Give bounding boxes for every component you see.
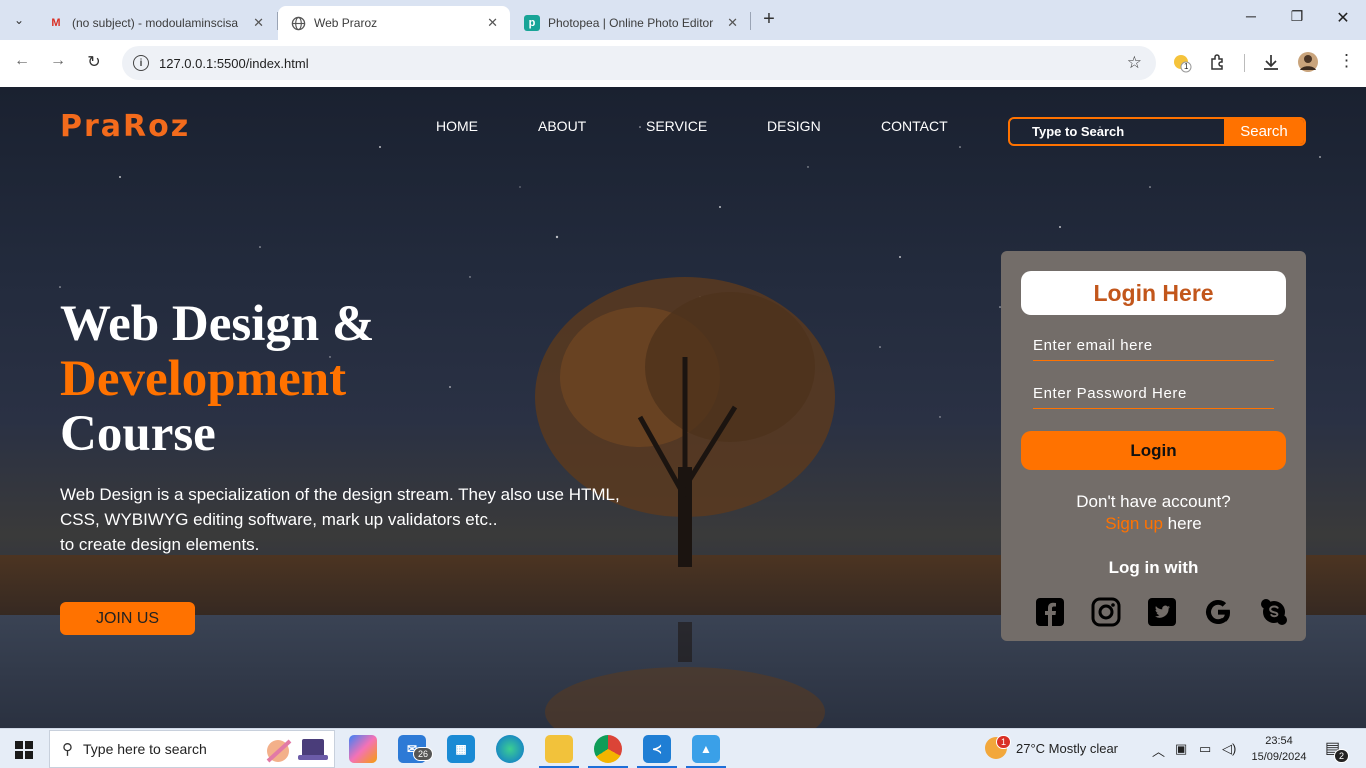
back-button[interactable]: ← [10, 52, 34, 70]
site-search-button[interactable]: Search [1224, 119, 1304, 144]
search-icon: ⚲ [62, 741, 73, 758]
restore-button[interactable]: ❐ [1274, 8, 1320, 25]
hero-heading: Web Design & Development Course [60, 297, 375, 462]
address-bar[interactable]: i 127.0.0.1:5500/index.html ☆ [122, 46, 1156, 80]
photopea-icon: p [524, 15, 540, 31]
nav-about[interactable]: ABOUT [538, 118, 586, 134]
windows-start-icon[interactable] [15, 741, 33, 759]
login-card: Login Here Login Don't have account? Sig… [1001, 251, 1306, 641]
weather-badge: 1 [996, 735, 1012, 749]
forward-button[interactable]: → [46, 52, 70, 70]
browser-tab-strip: ⌄ M (no subject) - modoulaminscisa ✕ Web… [0, 0, 1366, 40]
hero-heading-line1: Web Design & [60, 296, 375, 352]
store-icon[interactable]: ▦ [447, 735, 475, 763]
nav-service[interactable]: SERVICE [646, 118, 707, 134]
tab-photopea[interactable]: p Photopea | Online Photo Editor ✕ [512, 6, 750, 40]
file-explorer-icon[interactable] [545, 735, 573, 763]
instagram-icon[interactable] [1091, 597, 1121, 627]
nav-home[interactable]: HOME [436, 118, 478, 134]
menu-kebab-icon[interactable]: ⋮ [1338, 51, 1355, 71]
chevron-down-icon: ⌄ [13, 13, 25, 27]
hero-heading-line2: Development [60, 351, 347, 407]
close-window-button[interactable]: ✕ [1320, 8, 1366, 28]
chrome-icon[interactable] [594, 735, 622, 763]
minimize-button[interactable]: ─ [1228, 8, 1274, 24]
photos-icon[interactable]: ▲ [692, 735, 720, 763]
notifications-badge: 2 [1334, 749, 1350, 763]
clock-time: 23:54 [1265, 735, 1293, 747]
web-page: PraRoz HOME ABOUT SERVICE DESIGN CONTACT… [0, 87, 1366, 728]
google-icon[interactable] [1203, 597, 1233, 627]
email-field[interactable] [1033, 331, 1274, 361]
reload-button[interactable]: ↻ [82, 52, 106, 72]
taskbar-search[interactable]: ⚲ Type here to search [49, 730, 335, 768]
password-field[interactable] [1033, 379, 1274, 409]
volume-icon[interactable]: ◁) [1222, 741, 1236, 757]
tree-reflection [545, 622, 825, 728]
tab-web-praroz[interactable]: Web Praroz ✕ [278, 6, 510, 40]
login-with-label: Log in with [1108, 558, 1199, 577]
network-icon[interactable]: ▣ [1175, 741, 1187, 757]
chevron-up-icon[interactable]: ︿ [1152, 741, 1165, 760]
vscode-icon[interactable]: ≺ [643, 735, 671, 763]
extensions-puzzle-icon[interactable] [1209, 53, 1227, 75]
signup-suffix: here [1162, 514, 1202, 533]
hero-heading-line3: Course [60, 406, 216, 462]
bookmark-star-icon[interactable]: ☆ [1127, 53, 1142, 73]
close-tab-icon[interactable]: ✕ [253, 15, 264, 31]
site-logo[interactable]: PraRoz [60, 109, 190, 144]
join-us-button[interactable]: JOIN US [60, 602, 195, 635]
tab-separator [750, 12, 751, 30]
tab-gmail[interactable]: M (no subject) - modoulaminscisa ✕ [36, 6, 276, 40]
hero-text-line: CSS, WYBIWYG editing software, mark up v… [60, 510, 498, 529]
gmail-icon: M [51, 17, 61, 29]
extension-icon[interactable]: 1 [1172, 53, 1192, 77]
toolbar-separator [1244, 54, 1245, 72]
globe-icon [290, 15, 306, 31]
url-text: 127.0.0.1:5500/index.html [159, 55, 309, 71]
close-tab-icon[interactable]: ✕ [487, 15, 498, 31]
site-search-input[interactable] [1010, 119, 1224, 144]
login-button[interactable]: Login [1021, 431, 1286, 470]
profile-avatar[interactable] [1297, 51, 1319, 77]
nav-contact[interactable]: CONTACT [881, 118, 948, 134]
signup-link[interactable]: Sign up [1105, 514, 1163, 533]
new-tab-button[interactable]: + [758, 8, 780, 31]
edge-icon[interactable] [496, 735, 524, 763]
hero-text-line: Web Design is a specialization of the de… [60, 485, 620, 504]
close-tab-icon[interactable]: ✕ [727, 15, 738, 31]
battery-icon[interactable]: ▭ [1199, 741, 1211, 757]
no-account-text: Don't have account? [1076, 492, 1231, 511]
site-search: Search [1008, 117, 1306, 146]
hero-text-line: to create design elements. [60, 535, 260, 554]
download-icon[interactable] [1262, 53, 1280, 75]
twitter-icon[interactable] [1147, 597, 1177, 627]
clock-date: 15/09/2024 [1251, 751, 1307, 763]
windows-taskbar: ⚲ Type here to search ✉ 26 ▦ ≺ ▲ 1 27°C … [0, 728, 1366, 768]
skype-icon[interactable] [1259, 597, 1289, 627]
login-heading: Login Here [1021, 271, 1286, 315]
nav-design[interactable]: DESIGN [767, 118, 821, 134]
signup-prompt: Don't have account? Sign up here [1001, 491, 1306, 535]
weather-text[interactable]: 27°C Mostly clear [1016, 741, 1118, 756]
taskbar-search-label: Type here to search [83, 741, 207, 757]
mail-badge: 26 [413, 747, 434, 761]
system-clock[interactable]: 23:54 15/09/2024 [1248, 733, 1310, 765]
site-info-icon[interactable]: i [133, 55, 149, 71]
search-highlight-illustration [266, 739, 328, 763]
browser-toolbar: ← → ↻ i 127.0.0.1:5500/index.html ☆ 1 ⋮ [0, 40, 1366, 87]
hero-description: Web Design is a specialization of the de… [60, 482, 680, 557]
copilot-icon[interactable] [349, 735, 377, 763]
facebook-icon[interactable] [1035, 597, 1065, 627]
extension-badge: 1 [1184, 62, 1189, 71]
tab-search-button[interactable]: ⌄ [6, 8, 32, 32]
